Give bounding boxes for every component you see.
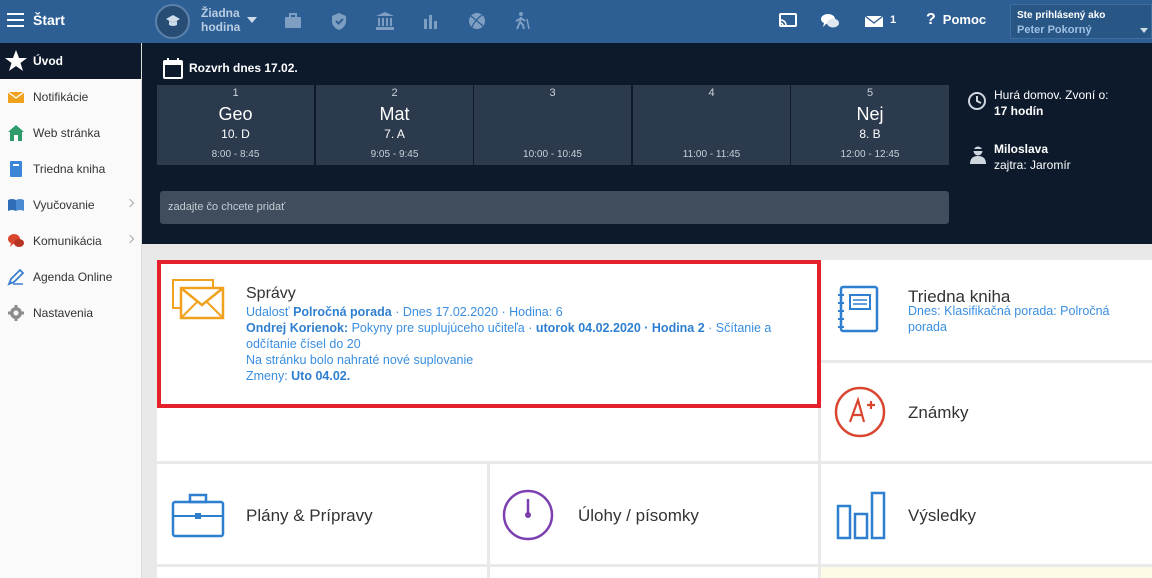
shield-icon[interactable] [329,11,349,31]
envelope-icon [7,91,25,103]
chevron-right-icon [125,198,135,208]
basketball-icon[interactable] [467,11,487,31]
tile-row-partial [490,567,818,578]
lesson-cell[interactable]: 5 Nej 8. B 12:00 - 12:45 [791,85,949,165]
plany-title: Plány & Prípravy [246,506,373,525]
user-menu[interactable]: Ste prihlásený ako Peter Pokorný [1010,4,1152,39]
help-button[interactable]: ? Pomoc [926,11,986,29]
add-input[interactable]: zadajte čo chcete pridať [160,191,949,224]
znamky-title: Známky [908,403,969,422]
sidebar-item-web-stranka[interactable]: Web stránka [0,115,141,151]
tile-row-partial [157,567,487,578]
sidebar-item-uvod[interactable]: Úvod [0,43,141,79]
question-icon: ? [926,11,936,28]
lesson-cell[interactable]: 3 10:00 - 10:45 [474,85,631,165]
briefcase-icon[interactable] [283,11,303,31]
lesson-cell[interactable]: 1 Geo 10. D 8:00 - 8:45 [157,85,314,165]
briefcase-icon [171,493,225,538]
home-icon [8,125,24,141]
sidebar-item-nastavenia[interactable]: Nastavenia [0,295,141,331]
sidebar-item-triedna-kniha[interactable]: Triedna kniha [0,151,141,187]
lesson-selector[interactable]: Žiadna hodina [201,6,240,34]
chat-icon [8,234,24,247]
messages-count-badge[interactable]: 1 [890,14,896,26]
schedule-title: Rozvrh dnes 17.02. [189,61,298,75]
envelope-icon[interactable] [864,11,884,31]
vysledky-title: Výsledky [908,506,977,525]
star-icon [5,50,27,71]
schedule-lessons: 1 Geo 10. D 8:00 - 8:45 2 Mat 7. A 9:05 … [157,85,949,165]
top-bar: Štart Žiadna hodina 1 ? Pomoc Ste prihlás… [0,0,1152,43]
spravy-messages: Udalosť Polročná porada · Dnes 17.02.202… [246,304,811,384]
chat-bubbles-icon[interactable] [820,11,840,31]
spravy-title: Správy [246,285,296,302]
pen-icon [7,268,25,286]
cast-icon[interactable] [778,11,798,31]
sidebar-item-vyucovanie[interactable]: Vyučovanie [0,187,141,223]
graduation-cap-icon[interactable] [155,4,190,39]
bar-chart-icon[interactable] [421,11,441,31]
lesson-cell[interactable]: 2 Mat 7. A 9:05 - 9:45 [316,85,473,165]
message-item[interactable]: Na stránku bolo nahraté nové suplovanie [246,352,811,368]
sidebar-item-notifikacie[interactable]: Notifikácie [0,79,141,115]
sidebar-item-komunikacia[interactable]: Komunikácia [0,223,141,259]
ulohy-title: Úlohy / písomky [578,506,699,525]
lesson-cell[interactable]: 4 11:00 - 11:45 [633,85,790,165]
chevron-down-icon[interactable] [247,17,257,23]
menu-icon[interactable] [7,13,24,27]
message-item[interactable]: Zmeny: Uto 04.02. [246,368,811,384]
notebook-icon [838,285,879,333]
grade-icon [834,386,886,438]
sidebar-item-agenda-online[interactable]: Agenda Online [0,259,141,295]
start-link[interactable]: Štart [33,12,65,28]
duty-info: Miloslava zajtra: Jaromír [994,142,1071,172]
clock-icon [968,92,986,110]
book-icon [10,161,22,177]
message-item[interactable]: Ondrej Korienok: Pokyny pre suplujúceho … [246,320,811,352]
open-book-icon [8,199,24,211]
chevron-right-icon [125,234,135,244]
bar-chart-icon [836,491,886,540]
message-item[interactable]: Udalosť Polročná porada · Dnes 17.02.202… [246,304,811,320]
tile-row-partial [821,567,1152,578]
hiking-icon[interactable] [512,11,532,31]
institution-icon[interactable] [375,11,395,31]
gear-icon [8,305,24,321]
calendar-icon [163,58,183,79]
sidebar: Úvod Notifikácie Web stránka Triedna kni… [0,43,142,578]
clock-icon [502,489,554,541]
chevron-down-icon [1140,28,1148,33]
triedna-kniha-subtitle: Dnes: Klasifikačná porada: Polročná pora… [908,304,1110,334]
person-icon [970,146,986,164]
bell-info: Hurá domov. Zvoní o: 17 hodín [994,88,1109,118]
envelopes-icon [172,279,225,320]
